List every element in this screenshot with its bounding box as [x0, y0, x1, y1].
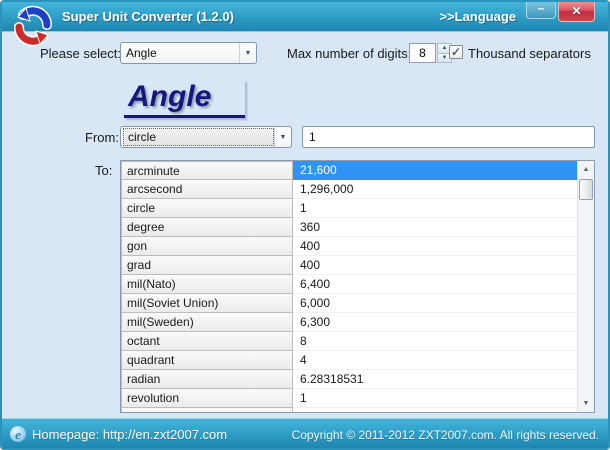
- homepage-link[interactable]: Homepage: http://en.zxt2007.com: [32, 427, 227, 442]
- minimize-icon: –: [537, 1, 545, 15]
- to-results-table: arcminute 21,600 arcsecond 1,296,000 circle 1…: [120, 160, 595, 413]
- max-digits-label: Max number of digits:: [287, 46, 412, 61]
- to-row[interactable]: degree 360: [121, 218, 577, 237]
- to-row-value: 1,296,000: [293, 180, 577, 199]
- to-row-unit: grad: [121, 256, 293, 275]
- to-row-value: 8: [293, 332, 577, 351]
- to-row-partial: [121, 408, 577, 412]
- scroll-down-icon[interactable]: ▼: [578, 395, 594, 412]
- from-value-input[interactable]: [302, 126, 595, 148]
- browser-icon: e: [10, 426, 26, 442]
- to-row[interactable]: circle 1: [121, 199, 577, 218]
- to-row[interactable]: gon 400: [121, 237, 577, 256]
- max-digits-input[interactable]: [409, 43, 436, 63]
- to-row[interactable]: mil(Soviet Union) 6,000: [121, 294, 577, 313]
- to-row[interactable]: mil(Nato) 6,400: [121, 275, 577, 294]
- language-link[interactable]: >>Language: [439, 9, 516, 24]
- to-row-value: 400: [293, 256, 577, 275]
- titlebar: Super Unit Converter (1.2.0) >>Language …: [2, 2, 608, 32]
- category-dropdown[interactable]: Angle ▼: [120, 42, 257, 64]
- minimize-button[interactable]: –: [526, 2, 556, 19]
- to-label: To:: [95, 163, 113, 178]
- to-row[interactable]: quadrant 4: [121, 351, 577, 370]
- to-table-rows: arcminute 21,600 arcsecond 1,296,000 circle 1…: [121, 161, 577, 412]
- to-row-value: 6,400: [293, 275, 577, 294]
- app-window: Super Unit Converter (1.2.0) >>Language …: [0, 0, 610, 450]
- to-row-unit: gon: [121, 237, 293, 256]
- to-row[interactable]: revolution 1: [121, 389, 577, 408]
- to-row-value: 1: [293, 389, 577, 408]
- thousand-separators-checkbox[interactable]: ✓: [449, 45, 463, 59]
- to-row[interactable]: arcsecond 1,296,000: [121, 180, 577, 199]
- to-row-unit: radian: [121, 370, 293, 389]
- check-icon: ✓: [450, 45, 462, 59]
- to-row-value: 6.28318531: [293, 370, 577, 389]
- chevron-down-icon: ▼: [239, 43, 256, 63]
- to-row[interactable]: radian 6.28318531: [121, 370, 577, 389]
- category-dropdown-value: Angle: [126, 46, 157, 60]
- status-bar: e Homepage: http://en.zxt2007.com Copyri…: [2, 418, 608, 448]
- vertical-scrollbar[interactable]: ▲ ▼: [577, 161, 594, 412]
- to-row-value: 6,300: [293, 313, 577, 332]
- to-row-value: 6,000: [293, 294, 577, 313]
- copyright-text: Copyright © 2011-2012 ZXT2007.com. All r…: [291, 428, 599, 442]
- to-row-value: 360: [293, 218, 577, 237]
- to-row-unit: arcminute: [121, 161, 293, 180]
- close-button[interactable]: ✕: [558, 2, 595, 22]
- from-unit-dropdown-value: circle: [123, 128, 274, 146]
- to-row[interactable]: grad 400: [121, 256, 577, 275]
- from-unit-dropdown[interactable]: circle ▼: [120, 126, 292, 148]
- close-icon: ✕: [571, 4, 582, 18]
- scroll-up-icon[interactable]: ▲: [578, 161, 594, 178]
- to-row-value: 1: [293, 199, 577, 218]
- to-row-unit: mil(Nato): [121, 275, 293, 294]
- scrollbar-thumb[interactable]: [579, 179, 593, 200]
- to-row[interactable]: mil(Sweden) 6,300: [121, 313, 577, 332]
- window-title: Super Unit Converter (1.2.0): [62, 9, 234, 24]
- to-row-value: 400: [293, 237, 577, 256]
- to-row-unit: octant: [121, 332, 293, 351]
- to-row-unit: revolution: [121, 389, 293, 408]
- to-row-unit: arcsecond: [121, 180, 293, 199]
- category-heading: Angle: [124, 80, 246, 118]
- to-row-unit: mil(Soviet Union): [121, 294, 293, 313]
- to-row-unit: degree: [121, 218, 293, 237]
- to-row-unit: mil(Sweden): [121, 313, 293, 332]
- thousand-separators-label: Thousand separators: [468, 46, 591, 61]
- to-row-value: 4: [293, 351, 577, 370]
- to-row-unit: quadrant: [121, 351, 293, 370]
- to-row[interactable]: octant 8: [121, 332, 577, 351]
- to-row-unit: circle: [121, 199, 293, 218]
- from-label: From:: [85, 130, 119, 145]
- chevron-down-icon: ▼: [274, 127, 291, 147]
- to-row-value: 21,600: [293, 161, 577, 180]
- to-row[interactable]: arcminute 21,600: [121, 161, 577, 180]
- app-logo-sync-arrows-icon: [14, 5, 52, 47]
